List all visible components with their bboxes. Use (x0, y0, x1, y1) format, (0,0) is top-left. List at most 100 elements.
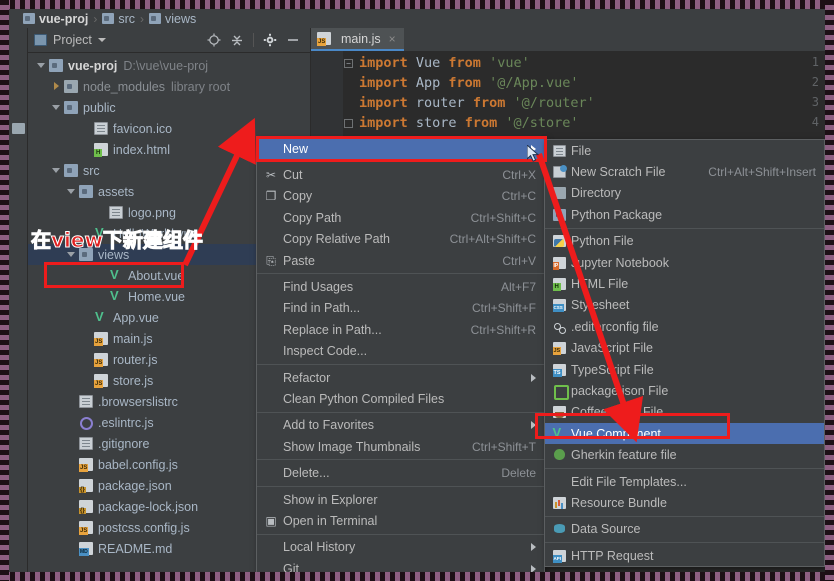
menu-item-replace-in-path[interactable]: Replace in Path... Ctrl+Shift+R (257, 319, 544, 340)
folder-icon (49, 59, 63, 72)
tree-row-label: .eslintrc.js (98, 415, 154, 430)
tree-row-label: .gitignore (98, 436, 150, 451)
chevron-down-icon[interactable] (36, 60, 47, 71)
tree-row-label: assets (98, 184, 135, 199)
editor-tab-main-js[interactable]: main.js × (311, 28, 404, 51)
chevron-right-icon[interactable] (51, 81, 62, 92)
breadcrumb-label: src (118, 11, 135, 26)
context-menu[interactable]: New ✂ Cut Ctrl+X ❐ Copy Ctrl+C Copy Path Ctrl+Sh… (256, 137, 545, 572)
tree-row-label: main.js (113, 331, 153, 346)
menu-item-stylesheet[interactable]: Stylesheet (545, 295, 824, 316)
hide-panel-icon[interactable] (286, 33, 300, 47)
menu-item-label: Show in Explorer (283, 492, 378, 507)
directory-icon (551, 187, 567, 200)
menu-item-shortcut: Ctrl+V (502, 253, 536, 268)
menu-item-delete[interactable]: Delete... Delete (257, 462, 544, 483)
menu-item-cut[interactable]: ✂ Cut Ctrl+X (257, 164, 544, 185)
tree-row[interactable]: public (28, 97, 310, 118)
menu-item-new-scratch-file[interactable]: New Scratch File Ctrl+Alt+Shift+Insert (545, 161, 824, 182)
tree-row-label: README.md (98, 541, 173, 556)
clipboard-icon: ⎘ (263, 255, 279, 267)
structure-icon[interactable] (12, 123, 25, 134)
menu-item-gherkin-feature-file[interactable]: Gherkin feature file (545, 444, 824, 465)
close-icon[interactable]: × (389, 32, 396, 46)
chevron-down-icon[interactable] (51, 165, 62, 176)
project-title-dropdown[interactable]: Project (34, 33, 106, 47)
breadcrumb-item-project[interactable]: vue-proj (23, 12, 88, 26)
menu-separator (257, 273, 544, 275)
menu-item-copy[interactable]: ❐ Copy Ctrl+C (257, 186, 544, 207)
tree-row-label: Home.vue (128, 289, 185, 304)
tree-row-label: postcss.config.js (98, 520, 190, 535)
menu-item-directory[interactable]: Directory (545, 183, 824, 204)
menu-item-typescript-file[interactable]: TypeScript File (545, 359, 824, 380)
menu-item-label: Gherkin feature file (571, 448, 677, 463)
menu-item-refactor[interactable]: Refactor (257, 367, 544, 388)
js-icon (79, 521, 93, 535)
menu-item-add-to-favorites[interactable]: Add to Favorites (257, 415, 544, 436)
menu-item-git[interactable]: Git (257, 558, 544, 572)
js-icon (317, 32, 331, 46)
data-source-icon (553, 523, 566, 535)
code-fold-icon[interactable] (344, 119, 353, 128)
menu-item-label: Paste (283, 253, 315, 268)
css-icon (552, 299, 566, 313)
tree-row[interactable]: node_modules library root (28, 76, 310, 97)
breadcrumb: vue-proj › src › views (9, 9, 825, 28)
breadcrumb-item-src[interactable]: src (102, 12, 135, 26)
html-icon (552, 278, 566, 292)
chevron-down-icon[interactable] (66, 186, 77, 197)
breadcrumb-item-views[interactable]: views (148, 12, 196, 26)
tree-row[interactable]: vue-proj D:\vue\vue-proj (28, 55, 310, 76)
collapse-all-icon[interactable] (230, 33, 244, 47)
menu-item-edit-file-templates[interactable]: Edit File Templates... (545, 471, 824, 492)
tree-row-hint: library root (171, 79, 231, 94)
menu-item-find-usages[interactable]: Find Usages Alt+F7 (257, 276, 544, 297)
menu-separator (257, 485, 544, 487)
menu-item-open-in-terminal[interactable]: ▣ Open in Terminal (257, 510, 544, 531)
menu-item-file[interactable]: File (545, 140, 824, 161)
project-view-icon (34, 34, 47, 46)
menu-item-data-source[interactable]: Data Source (545, 519, 824, 540)
line-number: 1 (811, 55, 819, 69)
menu-item-label: New Scratch File (571, 165, 666, 180)
menu-item-shortcut: Ctrl+Shift+R (470, 322, 536, 337)
file-icon (79, 437, 93, 450)
menu-item-inspect-code[interactable]: Inspect Code... (257, 341, 544, 362)
menu-item-clean-python-compiled-files[interactable]: Clean Python Compiled Files (257, 388, 544, 409)
menu-item-show-image-thumbnails[interactable]: Show Image Thumbnails Ctrl+Shift+T (257, 436, 544, 457)
code-fold-icon[interactable]: − (344, 59, 353, 68)
menu-item-package-json-file[interactable]: package.json File (545, 380, 824, 401)
menu-item-javascript-file[interactable]: JavaScript File (545, 338, 824, 359)
line-number: 3 (811, 95, 819, 109)
menu-item-editorconfig-file[interactable]: .editorconfig file (545, 316, 824, 337)
menu-item-local-history[interactable]: Local History (257, 537, 544, 558)
menu-item-http-request[interactable]: HTTP Request (545, 545, 824, 566)
menu-item-python-package[interactable]: Python Package (545, 204, 824, 225)
menu-item-copy-path[interactable]: Copy Path Ctrl+Shift+C (257, 207, 544, 228)
settings-gear-icon[interactable] (263, 33, 277, 47)
menu-item-label: Python Package (571, 207, 663, 222)
chevron-down-icon[interactable] (51, 102, 62, 113)
menu-item-find-in-path[interactable]: Find in Path... Ctrl+Shift+F (257, 298, 544, 319)
menu-item-html-file[interactable]: HTML File (545, 273, 824, 294)
folder-icon (148, 13, 161, 24)
menu-separator (545, 467, 824, 469)
menu-item-jupyter-notebook[interactable]: Jupyter Notebook (545, 252, 824, 273)
menu-item-shortcut: Ctrl+Alt+Shift+C (449, 232, 536, 247)
menu-item-shortcut: Ctrl+Alt+Shift+Insert (708, 165, 816, 180)
menu-item-copy-relative-path[interactable]: Copy Relative Path Ctrl+Alt+Shift+C (257, 229, 544, 250)
menu-item-resource-bundle[interactable]: Resource Bundle (545, 492, 824, 513)
code-token: '@/router' (513, 95, 595, 111)
folder-icon (102, 13, 115, 24)
menu-item-show-in-explorer[interactable]: Show in Explorer (257, 489, 544, 510)
new-submenu[interactable]: File New Scratch File Ctrl+Alt+Shift+Inser… (544, 139, 825, 568)
locate-icon[interactable] (207, 33, 221, 47)
menu-item-paste[interactable]: ⎘ Paste Ctrl+V (257, 250, 544, 271)
menu-item-python-file[interactable]: Python File (545, 231, 824, 252)
